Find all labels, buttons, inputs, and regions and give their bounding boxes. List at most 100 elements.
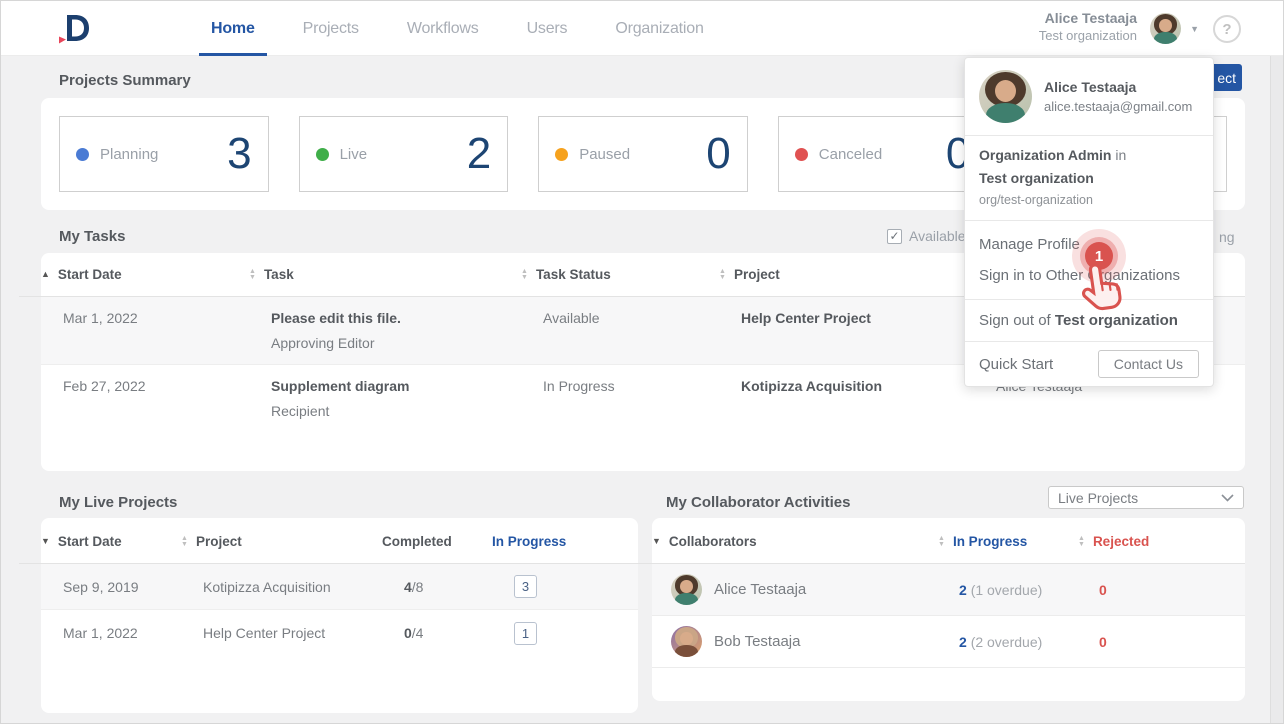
- sort-both-icon: ▲▼: [181, 536, 188, 548]
- contact-us-button[interactable]: Contact Us: [1098, 350, 1199, 378]
- select-value: Live Projects: [1058, 490, 1138, 506]
- column-completed: Completed: [382, 534, 492, 549]
- in-progress-count-button[interactable]: 1: [514, 622, 537, 645]
- column-project[interactable]: ▲▼ Project: [719, 267, 974, 282]
- navbar: Home Projects Workflows Users Organizati…: [1, 1, 1283, 56]
- column-start-date[interactable]: ▲ Start Date: [41, 267, 249, 282]
- menu-item-quick-start[interactable]: Quick Start: [979, 356, 1053, 373]
- live-projects-select[interactable]: Live Projects: [1048, 486, 1244, 509]
- app-logo-icon[interactable]: [53, 9, 93, 49]
- main-nav: Home Projects Workflows Users Organizati…: [211, 1, 704, 56]
- nav-item-organization[interactable]: Organization: [615, 1, 703, 56]
- column-in-progress: In Progress: [492, 534, 638, 549]
- collaborator-avatar: [671, 574, 702, 605]
- menu-profile-section: Alice Testaaja alice.testaaja@gmail.com: [965, 58, 1213, 135]
- sort-desc-icon: ▼: [41, 537, 50, 546]
- project-date: Mar 1, 2022: [63, 625, 203, 641]
- summary-card-live[interactable]: Live 2: [299, 116, 509, 192]
- collaborator-row[interactable]: Bob Testaaja 2 (2 overdue) 0: [652, 616, 1245, 668]
- menu-item-manage-profile[interactable]: Manage Profile: [965, 229, 1213, 260]
- menu-user-email: alice.testaaja@gmail.com: [1044, 99, 1192, 114]
- my-live-projects-panel: ▼ Start Date ▲▼ Project Completed In Pro…: [41, 518, 638, 713]
- my-live-projects-title: My Live Projects: [59, 494, 177, 511]
- column-task[interactable]: ▲▼ Task: [249, 267, 521, 282]
- column-project[interactable]: ▲▼ Project: [181, 534, 382, 549]
- menu-org-section: Organization Admin in Test organization …: [965, 136, 1213, 220]
- sort-both-icon: ▲▼: [249, 269, 256, 281]
- summary-card-canceled[interactable]: Canceled 0: [778, 116, 988, 192]
- live-status-dot-icon: [316, 148, 329, 161]
- help-button[interactable]: ?: [1213, 15, 1241, 43]
- user-name: Alice Testaaja: [1039, 10, 1137, 26]
- planning-status-dot-icon: [76, 148, 89, 161]
- in-progress-value: 2 (1 overdue): [959, 582, 1099, 598]
- nav-item-users[interactable]: Users: [527, 1, 568, 56]
- menu-user-name: Alice Testaaja: [1044, 79, 1192, 95]
- user-dropdown-menu: Alice Testaaja alice.testaaja@gmail.com …: [964, 57, 1214, 387]
- menu-user-avatar: [979, 70, 1032, 123]
- collaborator-activities-title: My Collaborator Activities: [666, 494, 850, 511]
- sort-both-icon: ▲▼: [938, 536, 945, 548]
- nav-item-workflows[interactable]: Workflows: [407, 1, 479, 56]
- rejected-value: 0: [1099, 582, 1245, 598]
- rejected-value: 0: [1099, 634, 1245, 650]
- card-label: Live: [340, 146, 368, 163]
- my-tasks-title: My Tasks: [59, 228, 125, 245]
- dashboard-page: Home Projects Workflows Users Organizati…: [0, 0, 1284, 724]
- menu-item-sign-out[interactable]: Sign out of Test organization: [965, 300, 1213, 341]
- chevron-down-icon[interactable]: ▼: [1190, 24, 1199, 34]
- sort-desc-icon: ▼: [652, 537, 661, 546]
- in-progress-value: 2 (2 overdue): [959, 634, 1099, 650]
- paused-status-dot-icon: [555, 148, 568, 161]
- sort-asc-icon: ▲: [41, 270, 50, 279]
- live-project-row[interactable]: Mar 1, 2022 Help Center Project 0/4 1: [41, 610, 638, 656]
- project-date: Sep 9, 2019: [63, 579, 203, 595]
- summary-card-paused[interactable]: Paused 0: [538, 116, 748, 192]
- summary-card-planning[interactable]: Planning 3: [59, 116, 269, 192]
- available-filter-label: Available: [909, 228, 966, 244]
- card-label: Canceled: [819, 146, 882, 163]
- scrollbar[interactable]: [1270, 56, 1283, 723]
- task-role: Approving Editor: [271, 335, 543, 351]
- card-value: 2: [467, 129, 491, 179]
- nav-item-projects[interactable]: Projects: [303, 1, 359, 56]
- sort-both-icon: ▲▼: [521, 269, 528, 281]
- project-name: Kotipizza Acquisition: [203, 579, 404, 595]
- card-value: 0: [706, 129, 730, 179]
- collaborator-row[interactable]: Alice Testaaja 2 (1 overdue) 0: [652, 564, 1245, 616]
- live-projects-header-row: ▼ Start Date ▲▼ Project Completed In Pro…: [19, 518, 638, 564]
- projects-summary-title: Projects Summary: [59, 72, 191, 89]
- in-progress-count-button[interactable]: 3: [514, 575, 537, 598]
- collaborator-name: Alice Testaaja: [714, 581, 806, 598]
- task-date: Mar 1, 2022: [63, 297, 271, 364]
- collaborators-header-row: ▼ Collaborators ▲▼ In Progress ▲▼ Reject…: [631, 518, 1245, 564]
- checkbox-checked-icon[interactable]: ✓: [887, 229, 902, 244]
- task-status: Available: [543, 297, 741, 364]
- sort-both-icon: ▲▼: [1078, 536, 1085, 548]
- column-rejected[interactable]: ▲▼ Rejected: [1078, 534, 1245, 549]
- task-role: Recipient: [271, 403, 543, 419]
- column-start-date[interactable]: ▼ Start Date: [41, 534, 181, 549]
- user-organization: Test organization: [1039, 28, 1137, 43]
- nav-item-home[interactable]: Home: [211, 1, 255, 56]
- org-role: Organization Admin: [979, 147, 1111, 163]
- card-value: 3: [227, 129, 251, 179]
- live-project-row[interactable]: Sep 9, 2019 Kotipizza Acquisition 4/8 3: [41, 564, 638, 610]
- available-tasks-checkbox[interactable]: ✓ Available: [887, 228, 966, 244]
- task-name: Please edit this file.: [271, 310, 543, 326]
- task-project: Help Center Project: [741, 297, 996, 364]
- user-avatar[interactable]: [1150, 13, 1181, 44]
- canceled-status-dot-icon: [795, 148, 808, 161]
- org-name: Test organization: [979, 170, 1199, 186]
- collaborator-name: Bob Testaaja: [714, 633, 800, 650]
- org-path: org/test-organization: [979, 193, 1199, 207]
- task-date: Feb 27, 2022: [63, 365, 271, 432]
- column-task-status[interactable]: ▲▼ Task Status: [521, 267, 719, 282]
- column-in-progress[interactable]: ▲▼ In Progress: [938, 534, 1078, 549]
- column-collaborators[interactable]: ▼ Collaborators: [652, 534, 938, 549]
- completed-count: 4/8: [404, 579, 514, 595]
- collaborator-activities-panel: ▼ Collaborators ▲▼ In Progress ▲▼ Reject…: [652, 518, 1245, 701]
- project-name: Help Center Project: [203, 625, 404, 641]
- menu-item-sign-in-other-organizations[interactable]: Sign in to Other Organizations: [965, 260, 1213, 291]
- user-menu-trigger[interactable]: Alice Testaaja Test organization: [1039, 10, 1137, 43]
